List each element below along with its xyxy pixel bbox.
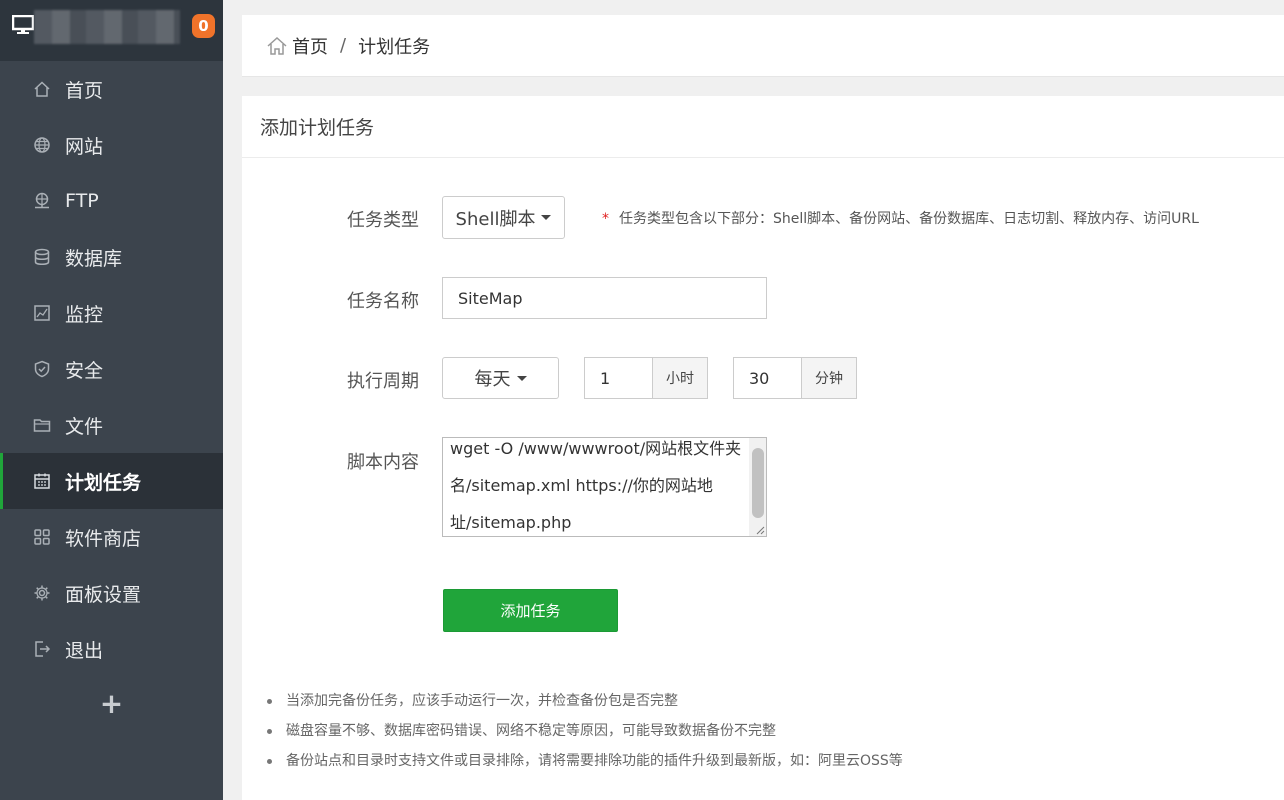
sidebar-item-files[interactable]: 文件 <box>0 397 223 453</box>
monitor-icon <box>12 15 34 34</box>
globe-icon <box>32 135 52 155</box>
scrollbar[interactable] <box>749 438 766 536</box>
list-item: 当添加完备份任务，应该手动运行一次，并检查备份包是否完整 <box>266 686 903 716</box>
sidebar-item-label: 面板设置 <box>65 583 142 606</box>
resize-grip-icon[interactable] <box>753 523 765 535</box>
hour-input[interactable]: 1 <box>584 357 653 399</box>
sidebar-header: 0 <box>0 0 223 61</box>
sidebar-item-label: 安全 <box>65 359 104 382</box>
add-shortcut-button[interactable]: + <box>0 678 223 728</box>
folder-icon <box>32 415 52 435</box>
sidebar-item-logout[interactable]: 退出 <box>0 621 223 677</box>
home-icon <box>267 36 287 55</box>
sidebar-item-label: 软件商店 <box>65 527 142 550</box>
script-line: wget -O /www/wwwroot/网站根文件夹 <box>450 439 742 458</box>
sidebar: 0 首页 网站 FTP 数据库 监控 安全 文件 计划任务 软件商店 面板设置 … <box>0 0 223 800</box>
task-type-hint-text: 任务类型包含以下部分：Shell脚本、备份网站、备份数据库、日志切割、释放内存、… <box>619 211 1199 227</box>
script-line: 址/sitemap.php <box>450 513 572 532</box>
sidebar-menu: 首页 网站 FTP 数据库 监控 安全 文件 计划任务 软件商店 面板设置 退出 <box>0 61 223 677</box>
sidebar-item-label: 网站 <box>65 135 104 158</box>
task-name-input[interactable]: SiteMap <box>442 277 767 319</box>
period-value: 每天 <box>474 369 511 390</box>
notification-badge[interactable]: 0 <box>192 14 215 38</box>
script-textarea[interactable]: wget -O /www/wwwroot/网站根文件夹 名/sitemap.xm… <box>442 437 767 537</box>
sidebar-item-label: 文件 <box>65 415 104 438</box>
sidebar-item-cron[interactable]: 计划任务 <box>0 453 223 509</box>
sidebar-item-home[interactable]: 首页 <box>0 61 223 117</box>
calendar-icon <box>32 471 52 491</box>
server-name-blurred <box>34 10 180 44</box>
chevron-down-icon <box>516 375 527 381</box>
hour-unit: 小时 <box>653 357 708 399</box>
task-type-value: Shell脚本 <box>455 208 536 230</box>
minute-unit: 分钟 <box>802 357 857 399</box>
add-task-button[interactable]: 添加任务 <box>443 589 618 632</box>
ftp-icon <box>32 191 52 211</box>
breadcrumb: 首页 / 计划任务 <box>242 15 1284 77</box>
chevron-down-icon <box>541 215 552 220</box>
database-icon <box>32 247 52 267</box>
logout-icon <box>32 639 52 659</box>
sidebar-item-label: 数据库 <box>65 247 123 270</box>
task-type-dropdown[interactable]: Shell脚本 <box>442 196 565 239</box>
apps-grid-icon <box>32 527 52 547</box>
breadcrumb-home-link[interactable]: 首页 <box>292 33 328 59</box>
sidebar-item-label: 退出 <box>65 639 104 662</box>
task-name-label: 任务名称 <box>347 291 419 312</box>
sidebar-item-website[interactable]: 网站 <box>0 117 223 173</box>
required-star: * <box>602 211 609 227</box>
shield-icon <box>32 359 52 379</box>
scrollbar-thumb[interactable] <box>752 448 764 518</box>
panel-title: 添加计划任务 <box>242 96 1284 158</box>
home-icon <box>32 79 52 99</box>
task-type-hint: * 任务类型包含以下部分：Shell脚本、备份网站、备份数据库、日志切割、释放内存… <box>602 208 1199 228</box>
script-line: 名/sitemap.xml https://你的网站地 <box>450 476 713 495</box>
sidebar-item-label: FTP <box>65 190 99 212</box>
sidebar-item-store[interactable]: 软件商店 <box>0 509 223 565</box>
sidebar-item-settings[interactable]: 面板设置 <box>0 565 223 621</box>
sidebar-item-database[interactable]: 数据库 <box>0 229 223 285</box>
period-dropdown[interactable]: 每天 <box>442 357 559 399</box>
breadcrumb-current: 计划任务 <box>358 36 431 58</box>
monitor-chart-icon <box>32 303 52 323</box>
breadcrumb-separator: / <box>340 35 347 56</box>
minute-input[interactable]: 30 <box>733 357 802 399</box>
list-item: 备份站点和目录时支持文件或目录排除，请将需要排除功能的插件升级到最新版，如：阿里… <box>266 746 903 776</box>
sidebar-item-security[interactable]: 安全 <box>0 341 223 397</box>
sidebar-item-label: 首页 <box>65 79 104 102</box>
gear-icon <box>32 583 52 603</box>
sidebar-item-monitor[interactable]: 监控 <box>0 285 223 341</box>
script-content: wget -O /www/wwwroot/网站根文件夹 名/sitemap.xm… <box>450 438 750 536</box>
sidebar-item-ftp[interactable]: FTP <box>0 173 223 229</box>
list-item: 磁盘容量不够、数据库密码错误、网络不稳定等原因，可能导致数据备份不完整 <box>266 716 903 746</box>
period-label: 执行周期 <box>347 371 419 392</box>
task-type-label: 任务类型 <box>347 210 419 231</box>
sidebar-item-label: 计划任务 <box>65 471 142 494</box>
add-cron-panel: 添加计划任务 任务类型 Shell脚本 * 任务类型包含以下部分：Shell脚本、… <box>242 96 1284 800</box>
notes-list: 当添加完备份任务，应该手动运行一次，并检查备份包是否完整 磁盘容量不够、数据库密… <box>266 686 903 776</box>
sidebar-item-label: 监控 <box>65 303 104 326</box>
script-label: 脚本内容 <box>347 452 419 473</box>
